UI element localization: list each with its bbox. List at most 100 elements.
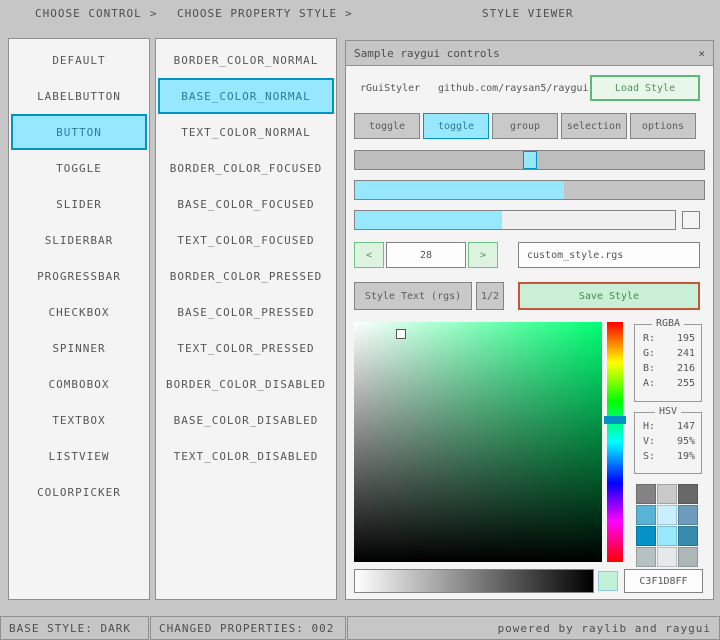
status-changed-properties: CHANGED PROPERTIES: 002	[150, 616, 346, 640]
repo-link[interactable]: github.com/raysan5/raygui	[438, 83, 589, 94]
toggle-button-selection[interactable]: selection	[561, 113, 627, 139]
hsv-row-v: V: 95%	[635, 434, 701, 449]
sidebar-item-checkbox[interactable]: CHECKBOX	[11, 294, 147, 330]
swatch-text-normal[interactable]	[678, 484, 698, 504]
status-powered-by: powered by raylib and raygui	[347, 616, 720, 640]
hsv-label-h: H:	[643, 421, 655, 432]
swatch-base-disabled[interactable]	[657, 547, 677, 567]
rgba-label-g: G:	[643, 348, 655, 359]
load-style-button[interactable]: Load Style	[590, 75, 700, 101]
sidebar-item-slider[interactable]: SLIDER	[11, 186, 147, 222]
toggle-group: toggle toggle group selection options	[354, 113, 696, 139]
window-titlebar[interactable]: Sample raygui controls ×	[346, 41, 713, 66]
base-style-label: BASE STYLE: DARK	[9, 622, 131, 635]
property-item-base-color-normal[interactable]: BASE_COLOR_NORMAL	[158, 78, 334, 114]
swatch-text-focused[interactable]	[678, 505, 698, 525]
sidebar-item-labelbutton[interactable]: LABELBUTTON	[11, 78, 147, 114]
property-item-text-color-normal[interactable]: TEXT_COLOR_NORMAL	[158, 114, 334, 150]
rgba-label-r: R:	[643, 333, 655, 344]
hsv-value-h: 147	[677, 421, 695, 432]
property-item-base-color-pressed[interactable]: BASE_COLOR_PRESSED	[158, 294, 334, 330]
sample-slider[interactable]	[354, 150, 705, 170]
swatch-base-pressed[interactable]	[657, 526, 677, 546]
hsv-label-v: V:	[643, 436, 655, 447]
crumb-choose-property-style: CHOOSE PROPERTY STYLE	[177, 7, 337, 20]
breadcrumb: CHOOSE CONTROL > CHOOSE PROPERTY STYLE >…	[0, 0, 720, 26]
sample-slider-bar[interactable]	[354, 210, 676, 230]
window-title: Sample raygui controls	[354, 47, 500, 60]
swatch-border-focused[interactable]	[636, 505, 656, 525]
value-gradient-bar[interactable]	[354, 569, 594, 593]
sidebar-item-textbox[interactable]: TEXTBOX	[11, 402, 147, 438]
sidebar-item-sliderbar[interactable]: SLIDERBAR	[11, 222, 147, 258]
page-toggle-button[interactable]: 1/2	[476, 282, 504, 310]
current-color-preview	[598, 571, 618, 591]
toggle-button-1[interactable]: toggle	[354, 113, 420, 139]
sample-checkbox[interactable]	[682, 211, 700, 229]
property-item-text-color-pressed[interactable]: TEXT_COLOR_PRESSED	[158, 330, 334, 366]
rgba-groupbox: RGBA R: 195 G: 241 B: 216 A: 255	[634, 324, 702, 402]
style-color-palette	[636, 484, 698, 567]
swatch-text-pressed[interactable]	[678, 526, 698, 546]
swatch-base-focused[interactable]	[657, 505, 677, 525]
style-text-button[interactable]: Style Text (rgs)	[354, 282, 472, 310]
swatch-text-disabled[interactable]	[678, 547, 698, 567]
properties-list-panel: BORDER_COLOR_NORMAL BASE_COLOR_NORMAL TE…	[155, 38, 337, 600]
color-saturation-panel[interactable]	[354, 322, 602, 562]
slider-bar-fill	[355, 211, 502, 229]
hsv-value-v: 95%	[677, 436, 695, 447]
hsv-row-h: H: 147	[635, 419, 701, 434]
property-item-text-color-focused[interactable]: TEXT_COLOR_FOCUSED	[158, 222, 334, 258]
chevron-right-icon: >	[345, 7, 353, 20]
app-name-label: rGuiStyler	[360, 83, 420, 94]
chevron-right-icon: >	[150, 7, 158, 20]
sidebar-item-combobox[interactable]: COMBOBOX	[11, 366, 147, 402]
toggle-button-group[interactable]: group	[492, 113, 558, 139]
sidebar-item-spinner[interactable]: SPINNER	[11, 330, 147, 366]
property-item-base-color-focused[interactable]: BASE_COLOR_FOCUSED	[158, 186, 334, 222]
slider-handle[interactable]	[523, 151, 537, 169]
spinner-decrement-button[interactable]: <	[354, 242, 384, 268]
changed-properties-label: CHANGED PROPERTIES: 002	[159, 622, 334, 635]
sidebar-item-colorpicker[interactable]: COLORPICKER	[11, 474, 147, 510]
style-viewer-window: Sample raygui controls × rGuiStyler gith…	[345, 40, 714, 600]
rgba-row-g: G: 241	[635, 346, 701, 361]
save-style-button[interactable]: Save Style	[518, 282, 700, 310]
hue-bar[interactable]	[607, 322, 623, 562]
sidebar-item-button[interactable]: BUTTON	[11, 114, 147, 150]
close-icon[interactable]: ×	[698, 47, 705, 60]
spinner-increment-button[interactable]: >	[468, 242, 498, 268]
property-item-border-color-pressed[interactable]: BORDER_COLOR_PRESSED	[158, 258, 334, 294]
toggle-button-2-active[interactable]: toggle	[423, 113, 489, 139]
toggle-button-options[interactable]: options	[630, 113, 696, 139]
crumb-style-viewer: STYLE VIEWER	[482, 7, 573, 20]
property-item-border-color-normal[interactable]: BORDER_COLOR_NORMAL	[158, 42, 334, 78]
rgba-label-a: A:	[643, 378, 655, 389]
controls-list: DEFAULT LABELBUTTON BUTTON TOGGLE SLIDER…	[9, 39, 149, 510]
spinner-value[interactable]: 28	[386, 242, 466, 268]
hsv-groupbox: HSV H: 147 V: 95% S: 19%	[634, 412, 702, 474]
rgba-value-a: 255	[677, 378, 695, 389]
crumb-choose-control: CHOOSE CONTROL	[35, 7, 142, 20]
swatch-border-disabled[interactable]	[636, 547, 656, 567]
progress-fill	[355, 181, 564, 199]
property-item-base-color-disabled[interactable]: BASE_COLOR_DISABLED	[158, 402, 334, 438]
rgba-row-a: A: 255	[635, 376, 701, 391]
property-item-border-color-focused[interactable]: BORDER_COLOR_FOCUSED	[158, 150, 334, 186]
hex-color-input[interactable]	[624, 569, 703, 593]
sidebar-item-default[interactable]: DEFAULT	[11, 42, 147, 78]
sidebar-item-listview[interactable]: LISTVIEW	[11, 438, 147, 474]
property-item-text-color-disabled[interactable]: TEXT_COLOR_DISABLED	[158, 438, 334, 474]
properties-list: BORDER_COLOR_NORMAL BASE_COLOR_NORMAL TE…	[156, 39, 336, 474]
hsv-label-s: S:	[643, 451, 655, 462]
rgba-row-b: B: 216	[635, 361, 701, 376]
swatch-border-normal[interactable]	[636, 484, 656, 504]
sidebar-item-toggle[interactable]: TOGGLE	[11, 150, 147, 186]
swatch-base-normal[interactable]	[657, 484, 677, 504]
hue-slider-handle[interactable]	[604, 416, 626, 424]
swatch-border-pressed[interactable]	[636, 526, 656, 546]
sidebar-item-progressbar[interactable]: PROGRESSBAR	[11, 258, 147, 294]
property-item-border-color-disabled[interactable]: BORDER_COLOR_DISABLED	[158, 366, 334, 402]
color-cursor[interactable]	[396, 329, 406, 339]
filename-input[interactable]	[518, 242, 700, 268]
